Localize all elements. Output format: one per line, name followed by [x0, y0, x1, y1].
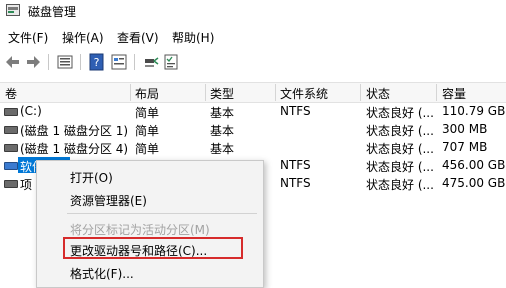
status-cell: 状态良好 (... [366, 124, 434, 138]
menu-view[interactable]: 查看(V) [117, 29, 159, 46]
column-header-capacity[interactable]: 容量 [442, 85, 466, 102]
back-arrow-icon[interactable] [4, 53, 22, 71]
context-mark-active: 将分区标记为活动分区(M) [70, 223, 210, 237]
column-header-layout[interactable]: 布局 [135, 85, 159, 102]
properties-icon[interactable] [110, 53, 128, 71]
status-cell: 状态良好 (... [366, 160, 434, 174]
disk-view-icon[interactable] [142, 53, 160, 71]
disk-management-app-icon [6, 4, 20, 16]
status-cell: 状态良好 (... [366, 142, 434, 156]
forward-arrow-icon[interactable] [24, 53, 42, 71]
column-divider[interactable] [275, 84, 276, 101]
table-row[interactable]: (磁盘 1 磁盘分区 4) 简单 基本 状态良好 (... 707 MB [0, 138, 506, 157]
title-bar: 磁盘管理 [0, 0, 506, 22]
filesystem-cell: NTFS [280, 104, 311, 118]
table-header: 卷 布局 类型 文件系统 状态 容量 [0, 82, 506, 103]
filesystem-cell: NTFS [280, 158, 311, 172]
drive-icon [4, 180, 18, 188]
menu-action[interactable]: 操作(A) [62, 29, 104, 46]
column-divider[interactable] [436, 84, 437, 101]
context-explorer[interactable]: 资源管理器(E) [70, 192, 147, 209]
table-row[interactable]: (磁盘 1 磁盘分区 1) 简单 基本 状态良好 (... 300 MB [0, 120, 506, 139]
menu-help[interactable]: 帮助(H) [172, 29, 214, 46]
column-header-type[interactable]: 类型 [210, 85, 234, 102]
volume-name: (磁盘 1 磁盘分区 1) [20, 124, 129, 138]
type-cell: 基本 [210, 142, 235, 156]
layout-cell: 简单 [135, 106, 160, 120]
capacity-cell: 707 MB [442, 140, 488, 154]
capacity-cell: 300 MB [442, 122, 488, 136]
menu-separator [67, 213, 257, 214]
menu-file[interactable]: 文件(F) [8, 29, 48, 46]
drive-icon [4, 108, 18, 116]
drive-icon [4, 162, 18, 170]
context-format[interactable]: 格式化(F)... [70, 265, 134, 282]
window-title: 磁盘管理 [28, 5, 77, 19]
volume-name: (C:) [20, 104, 42, 118]
volume-name: (磁盘 1 磁盘分区 4) [20, 142, 129, 156]
menu-bar: 文件(F) 操作(A) 查看(V) 帮助(H) [0, 26, 506, 48]
drive-icon [4, 126, 18, 134]
status-cell: 状态良好 (... [366, 106, 434, 120]
svg-text:?: ? [94, 56, 100, 69]
type-cell: 基本 [210, 106, 235, 120]
toolbar-separator [134, 54, 135, 70]
column-header-filesystem[interactable]: 文件系统 [280, 85, 328, 102]
type-cell: 基本 [210, 124, 235, 138]
column-header-status[interactable]: 状态 [366, 85, 390, 102]
drive-icon [4, 144, 18, 152]
context-open[interactable]: 打开(O) [70, 169, 113, 186]
context-change-drive-letter[interactable]: 更改驱动器号和路径(C)... [70, 242, 207, 259]
column-header-volume[interactable]: 卷 [5, 85, 17, 102]
column-divider[interactable] [130, 84, 131, 101]
list-view-icon[interactable] [56, 53, 74, 71]
table-row[interactable]: (C:) 简单 基本 NTFS 状态良好 (... 110.79 GB [0, 102, 506, 121]
layout-cell: 简单 [135, 124, 160, 138]
capacity-cell: 456.00 GB [442, 158, 506, 172]
toolbar: ? [0, 50, 506, 74]
help-icon[interactable]: ? [88, 53, 106, 71]
checklist-icon[interactable] [162, 53, 180, 71]
context-menu: 打开(O) 资源管理器(E) 将分区标记为活动分区(M) 更改驱动器号和路径(C… [36, 160, 264, 288]
capacity-cell: 110.79 GB [442, 104, 506, 118]
layout-cell: 简单 [135, 142, 160, 156]
column-divider[interactable] [205, 84, 206, 101]
volume-name: 项 [20, 178, 33, 192]
filesystem-cell: NTFS [280, 176, 311, 190]
status-cell: 状态良好 (... [366, 178, 434, 192]
toolbar-separator [80, 54, 81, 70]
capacity-cell: 475.00 GB [442, 176, 506, 190]
toolbar-separator [48, 54, 49, 70]
column-divider[interactable] [360, 84, 361, 101]
